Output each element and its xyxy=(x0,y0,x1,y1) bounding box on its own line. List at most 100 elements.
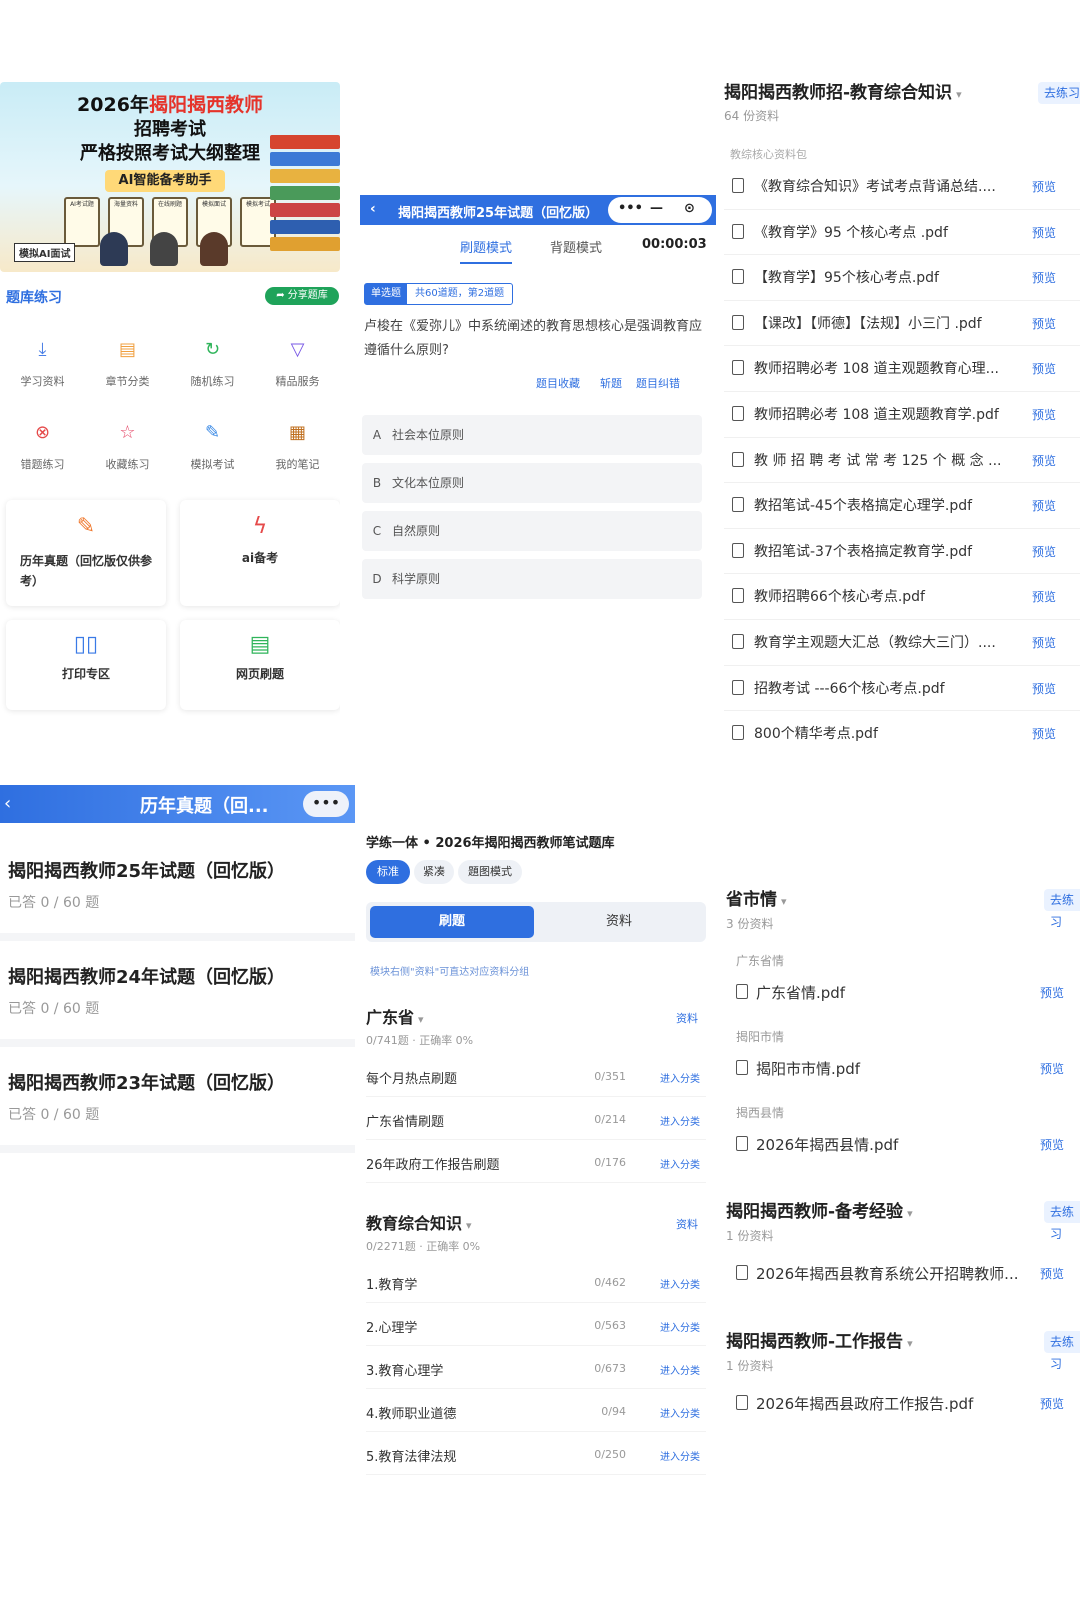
mock-exam-button[interactable]: ✎ 模拟考试 xyxy=(170,420,255,490)
category-row[interactable]: 广东省情刷题 0/214 进入分类 xyxy=(366,1099,706,1140)
back-arrow-icon[interactable]: ‹ xyxy=(4,793,11,814)
report-error-link[interactable]: 题目纠错 xyxy=(636,375,680,391)
file-row[interactable]: 《教育综合知识》考试考点背诵总结.... 预览 xyxy=(724,164,1080,210)
answer-option-a[interactable]: A 社会本位原则 xyxy=(362,415,702,455)
file-row[interactable]: 教师招聘66个核心考点.pdf 预览 xyxy=(724,574,1080,620)
file-row[interactable]: 2026年揭西县情.pdf 预览 xyxy=(726,1124,1080,1162)
answer-option-d[interactable]: D 科学原则 xyxy=(362,559,702,599)
file-name: 【教育学】95个核心考点.pdf xyxy=(754,270,939,287)
file-row[interactable]: 800个精华考点.pdf 预览 xyxy=(724,711,1080,752)
group-title[interactable]: 广东省 ▾ xyxy=(366,1004,424,1028)
materials-link[interactable]: 资料 xyxy=(676,1216,698,1232)
preview-link[interactable]: 预览 xyxy=(1032,588,1056,605)
timer: 00:00:03 xyxy=(642,237,707,252)
category-row[interactable]: 2.心理学 0/563 进入分类 xyxy=(366,1305,706,1346)
tab-practice-mode[interactable]: 刷题模式 xyxy=(460,237,513,264)
random-practice-button[interactable]: ↻ 随机练习 xyxy=(170,337,255,407)
page-icon: ▤ xyxy=(249,632,271,657)
exam-item[interactable]: 揭阳揭西教师23年试题（回忆版） 已答 0 / 60 题 xyxy=(0,1049,355,1153)
group-title[interactable]: 教育综合知识 ▾ xyxy=(366,1210,472,1234)
file-row[interactable]: 教师招聘必考 108 道主观题教育心理... 预览 xyxy=(724,346,1080,392)
file-row[interactable]: 【教育学】95个核心考点.pdf 预览 xyxy=(724,255,1080,301)
preview-link[interactable]: 预览 xyxy=(1032,680,1056,697)
materials-title[interactable]: 揭阳揭西教师招-教育综合知识 ▾ xyxy=(724,78,962,103)
file-row[interactable]: 教招笔试-45个表格搞定心理学.pdf 预览 xyxy=(724,483,1080,529)
tab-recite-mode[interactable]: 背题模式 xyxy=(550,237,602,256)
more-icon[interactable]: ••• xyxy=(303,791,349,817)
file-row[interactable]: 揭阳市市情.pdf 预览 xyxy=(726,1048,1080,1086)
back-arrow-icon[interactable]: ‹ xyxy=(370,201,376,217)
exam-item[interactable]: 揭阳揭西教师25年试题（回忆版） 已答 0 / 60 题 xyxy=(0,837,355,941)
file-row[interactable]: 教 师 招 聘 考 试 常 考 125 个 概 念 ... 预览 xyxy=(724,438,1080,484)
materials-list-panel: 揭阳揭西教师招-教育综合知识 ▾ 64 份资料 去练习 教综核心资料包 《教育综合… xyxy=(716,72,1080,752)
exam-icon: ✎ xyxy=(204,422,221,443)
file-row[interactable]: 【课改】【师德】【法规】小三门 .pdf 预览 xyxy=(724,301,1080,347)
chapter-category-button[interactable]: ▤ 章节分类 xyxy=(85,337,170,407)
file-name: 教育学主观题大汇总（教综大三门）.... xyxy=(754,634,996,651)
past-exams-card[interactable]: ✎ 历年真题（回忆版仅供参考） xyxy=(6,500,166,606)
category-row[interactable]: 每个月热点刷题 0/351 进入分类 xyxy=(366,1056,706,1097)
category-row[interactable]: 26年政府工作报告刷题 0/176 进入分类 xyxy=(366,1142,706,1183)
preview-link[interactable]: 预览 xyxy=(1032,178,1056,195)
preview-link[interactable]: 预览 xyxy=(1032,269,1056,286)
category-row[interactable]: 4.教师职业道德 0/94 进入分类 xyxy=(366,1391,706,1432)
section-title[interactable]: 揭阳揭西教师-备考经验 ▾ xyxy=(726,1197,913,1222)
file-row[interactable]: 教师招聘必考 108 道主观题教育学.pdf 预览 xyxy=(724,392,1080,438)
file-row[interactable]: 2026年揭西县教育系统公开招聘教师... 预览 xyxy=(726,1253,1080,1291)
go-practice-button[interactable]: 去练习 xyxy=(1044,1201,1080,1241)
file-name: 教 师 招 聘 考 试 常 考 125 个 概 念 ... xyxy=(754,452,1002,469)
file-row[interactable]: 广东省情.pdf 预览 xyxy=(726,972,1080,1010)
file-row[interactable]: 2026年揭西县政府工作报告.pdf 预览 xyxy=(726,1383,1080,1421)
preview-link[interactable]: 预览 xyxy=(1032,360,1056,377)
answer-option-c[interactable]: C 自然原则 xyxy=(362,511,702,551)
category-row[interactable]: 3.教育心理学 0/673 进入分类 xyxy=(366,1348,706,1389)
exam-item[interactable]: 揭阳揭西教师24年试题（回忆版） 已答 0 / 60 题 xyxy=(0,943,355,1047)
preview-link[interactable]: 预览 xyxy=(1032,543,1056,560)
favorite-question-link[interactable]: 题目收藏 xyxy=(536,375,580,391)
web-practice-card[interactable]: ▤ 网页刷题 xyxy=(180,620,340,710)
file-name: 800个精华考点.pdf xyxy=(754,726,878,743)
skip-question-link[interactable]: 斩题 xyxy=(600,375,622,391)
preview-link[interactable]: 预览 xyxy=(1032,315,1056,332)
go-practice-button[interactable]: 去练习 xyxy=(1044,889,1080,929)
preview-link[interactable]: 预览 xyxy=(1032,452,1056,469)
close-target-icon[interactable]: ⊙ xyxy=(684,201,695,216)
tab-practice[interactable]: 刷题 xyxy=(370,906,534,938)
answer-option-b[interactable]: B 文化本位原则 xyxy=(362,463,702,503)
study-materials-button[interactable]: ⤓ 学习资料 xyxy=(0,337,85,407)
layout-standard-pill[interactable]: 标准 xyxy=(366,860,410,884)
preview-link[interactable]: 预览 xyxy=(1032,634,1056,651)
share-bank-button[interactable]: ➦ 分享题库 xyxy=(265,287,339,305)
more-icon[interactable]: ••• xyxy=(618,201,643,216)
file-name: 《教育学》95 个核心考点 .pdf xyxy=(754,224,948,241)
file-row[interactable]: 《教育学》95 个核心考点 .pdf 预览 xyxy=(724,210,1080,256)
my-notes-button[interactable]: ▦ 我的笔记 xyxy=(255,420,340,490)
materials-link[interactable]: 资料 xyxy=(676,1010,698,1026)
notes-icon: ▦ xyxy=(288,422,306,443)
category-row[interactable]: 5.教育法律法规 0/250 进入分类 xyxy=(366,1434,706,1475)
layout-compact-pill[interactable]: 紧凑 xyxy=(414,860,454,884)
preview-link[interactable]: 预览 xyxy=(1032,224,1056,241)
wrong-questions-button[interactable]: ⊗ 错题练习 xyxy=(0,420,85,490)
ai-prep-card[interactable]: ϟ ai备考 xyxy=(180,500,340,606)
promo-banner[interactable]: 2026年揭阳揭西教师 招聘考试 严格按照考试大纲整理 AI智能备考助手 AI考… xyxy=(0,82,340,272)
preview-link[interactable]: 预览 xyxy=(1032,497,1056,514)
preview-link[interactable]: 预览 xyxy=(1032,406,1056,423)
file-row[interactable]: 招教考试 ---66个核心考点.pdf 预览 xyxy=(724,666,1080,712)
section-title[interactable]: 省市情 ▾ xyxy=(726,885,787,910)
package-label: 教综核心资料包 xyxy=(730,148,807,161)
print-zone-card[interactable]: ▯▯ 打印专区 xyxy=(6,620,166,710)
file-row[interactable]: 教育学主观题大汇总（教综大三门）.... 预览 xyxy=(724,620,1080,666)
category-row[interactable]: 1.教育学 0/462 进入分类 xyxy=(366,1262,706,1303)
section-title[interactable]: 揭阳揭西教师-工作报告 ▾ xyxy=(726,1327,913,1352)
go-practice-button[interactable]: 去练习 xyxy=(1038,82,1080,104)
premium-service-button[interactable]: ▽ 精品服务 xyxy=(255,337,340,407)
tab-materials[interactable]: 资料 xyxy=(536,906,702,938)
favorites-practice-button[interactable]: ☆ 收藏练习 xyxy=(85,420,170,490)
layout-image-pill[interactable]: 題图模式 xyxy=(458,860,522,884)
minimize-icon[interactable]: — xyxy=(650,201,663,216)
file-row[interactable]: 教招笔试-37个表格搞定教育学.pdf 预览 xyxy=(724,529,1080,575)
preview-link[interactable]: 预览 xyxy=(1032,725,1056,742)
go-practice-button[interactable]: 去练习 xyxy=(1044,1331,1080,1371)
ai-interview-label: 模拟AI面试 xyxy=(14,243,76,262)
